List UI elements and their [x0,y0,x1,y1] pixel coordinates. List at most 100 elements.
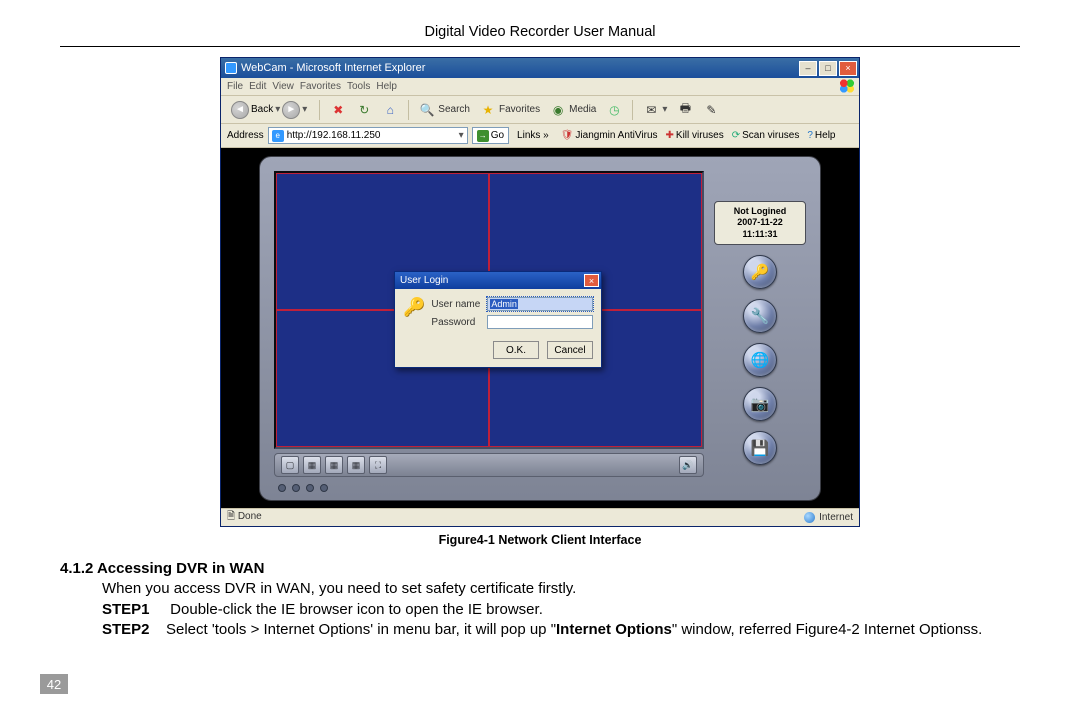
ie-menubar: File Edit View Favorites Tools Help [221,78,859,96]
login-status-text: Not Logined [734,206,787,216]
internet-zone-icon [804,512,815,523]
search-label: Search [438,104,470,115]
username-label: User name [431,299,483,310]
page-header-title: Digital Video Recorder User Manual [60,24,1020,47]
menu-view[interactable]: View [272,81,294,92]
refresh-button[interactable]: ↻ [354,100,374,120]
client-side-panel: Not Logined 2007-11-22 11:11:31 🔑 🔧 🌐 📷 … [714,171,806,486]
ie-logo-icon [225,62,237,74]
login-close-button[interactable]: × [584,274,599,287]
step1-text: Double-click the IE browser icon to open… [170,601,543,618]
favorites-button[interactable]: ★Favorites [478,100,542,120]
indicator-dots [278,484,328,492]
links-label[interactable]: Links » [517,130,549,141]
shield-icon: 🛡 [561,130,574,141]
edit-button[interactable]: ✎ [701,100,721,120]
history-button[interactable]: ◷ [604,100,624,120]
edit-icon: ✎ [703,102,719,118]
layout-nine-button[interactable]: ▦ [325,456,343,474]
login-cancel-button[interactable]: Cancel [547,341,593,359]
back-button[interactable]: ◄ [231,101,249,119]
home-icon: ⌂ [382,102,398,118]
dot-1 [278,484,286,492]
search-icon: 🔍 [419,102,435,118]
scan-viruses-link[interactable]: ⟳Scan viruses [732,130,800,141]
status-time: 11:11:31 [742,229,777,239]
settings-button[interactable]: 🔧 [743,299,777,333]
step1-label: STEP1 [102,600,166,620]
login-status-box: Not Logined 2007-11-22 11:11:31 [714,201,806,245]
go-button[interactable]: →Go [472,127,509,144]
snapshot-button[interactable]: 📷 [743,387,777,421]
fullscreen-button[interactable]: ⛶ [369,456,387,474]
favorites-label: Favorites [499,104,540,115]
close-button[interactable]: × [839,61,857,76]
layout-sixteen-button[interactable]: ▦ [347,456,365,474]
dvr-client-panel: User Login × 🔑 User name Admin [259,156,821,501]
done-icon: 🗎 [227,511,235,522]
star-icon: ★ [480,102,496,118]
playback-controlbar: ▢ ▦ ▦ ▦ ⛶ 🔊 [274,453,704,477]
address-value: http://192.168.11.250 [287,130,381,141]
step2-text-b: " window, referred Figure4-2 Internet Op… [672,621,982,638]
layout-single-button[interactable]: ▢ [281,456,299,474]
stop-icon: ✖ [330,102,346,118]
step2-bold: Internet Options [556,621,672,638]
kill-viruses-link[interactable]: ✚Kill viruses [666,130,724,141]
refresh-icon: ↻ [356,102,372,118]
stop-button[interactable]: ✖ [328,100,348,120]
page-number: 42 [40,674,68,694]
menu-file[interactable]: File [227,81,243,92]
home-button[interactable]: ⌂ [380,100,400,120]
media-label: Media [569,104,596,115]
menu-tools[interactable]: Tools [347,81,370,92]
dot-4 [320,484,328,492]
browse-button[interactable]: 🌐 [743,343,777,377]
history-icon: ◷ [606,102,622,118]
address-label: Address [227,130,264,141]
globe-icon: 🌐 [751,351,770,369]
keys-icon: 🔑 [403,297,425,318]
username-input[interactable]: Admin [487,297,593,311]
go-label: Go [491,130,504,141]
wrench-icon: 🔧 [751,307,770,325]
page-icon: e [272,130,284,142]
menu-help[interactable]: Help [376,81,397,92]
layout-quad-button[interactable]: ▦ [303,456,321,474]
volume-button[interactable]: 🔊 [679,456,697,474]
media-button[interactable]: ◉Media [548,100,598,120]
mail-icon: ✉ [643,102,659,118]
address-input[interactable]: e http://192.168.11.250 ▾ [268,127,468,144]
dot-3 [306,484,314,492]
login-ok-button[interactable]: O.K. [493,341,539,359]
scan-icon: ⟳ [732,130,740,141]
windows-flag-icon [839,79,855,93]
bug-icon: ✚ [666,130,674,141]
help-link[interactable]: ?Help [807,130,835,141]
mail-button[interactable]: ✉▾ [641,100,669,120]
camera-icon: 📷 [751,395,770,413]
search-button[interactable]: 🔍Search [417,100,472,120]
minimize-button[interactable]: – [799,61,817,76]
ie-addressbar: Address e http://192.168.11.250 ▾ →Go Li… [221,124,859,148]
section-intro: When you access DVR in WAN, you need to … [102,579,1020,599]
ie-statusbar: 🗎 Done Internet [221,508,859,526]
help-icon: ? [807,130,813,141]
forward-button[interactable]: ► [282,101,300,119]
maximize-button[interactable]: □ [819,61,837,76]
figure-caption: Figure4-1 Network Client Interface [60,533,1020,547]
menu-edit[interactable]: Edit [249,81,266,92]
step2-text-a: Select 'tools > Internet Options' in men… [166,621,556,638]
antivirus-link[interactable]: 🛡Jiangmin AntiVirus [561,130,658,141]
print-button[interactable]: 🖶 [675,100,695,120]
password-input[interactable] [487,315,593,329]
status-right: Internet [819,512,853,523]
print-icon: 🖶 [677,102,693,118]
video-grid: User Login × 🔑 User name Admin [274,171,704,449]
password-label: Password [431,317,483,328]
ie-titlebar: WebCam - Microsoft Internet Explorer – □… [221,58,859,78]
record-button[interactable]: 💾 [743,431,777,465]
menu-favorites[interactable]: Favorites [300,81,341,92]
ie-window: WebCam - Microsoft Internet Explorer – □… [220,57,860,527]
key-button[interactable]: 🔑 [743,255,777,289]
